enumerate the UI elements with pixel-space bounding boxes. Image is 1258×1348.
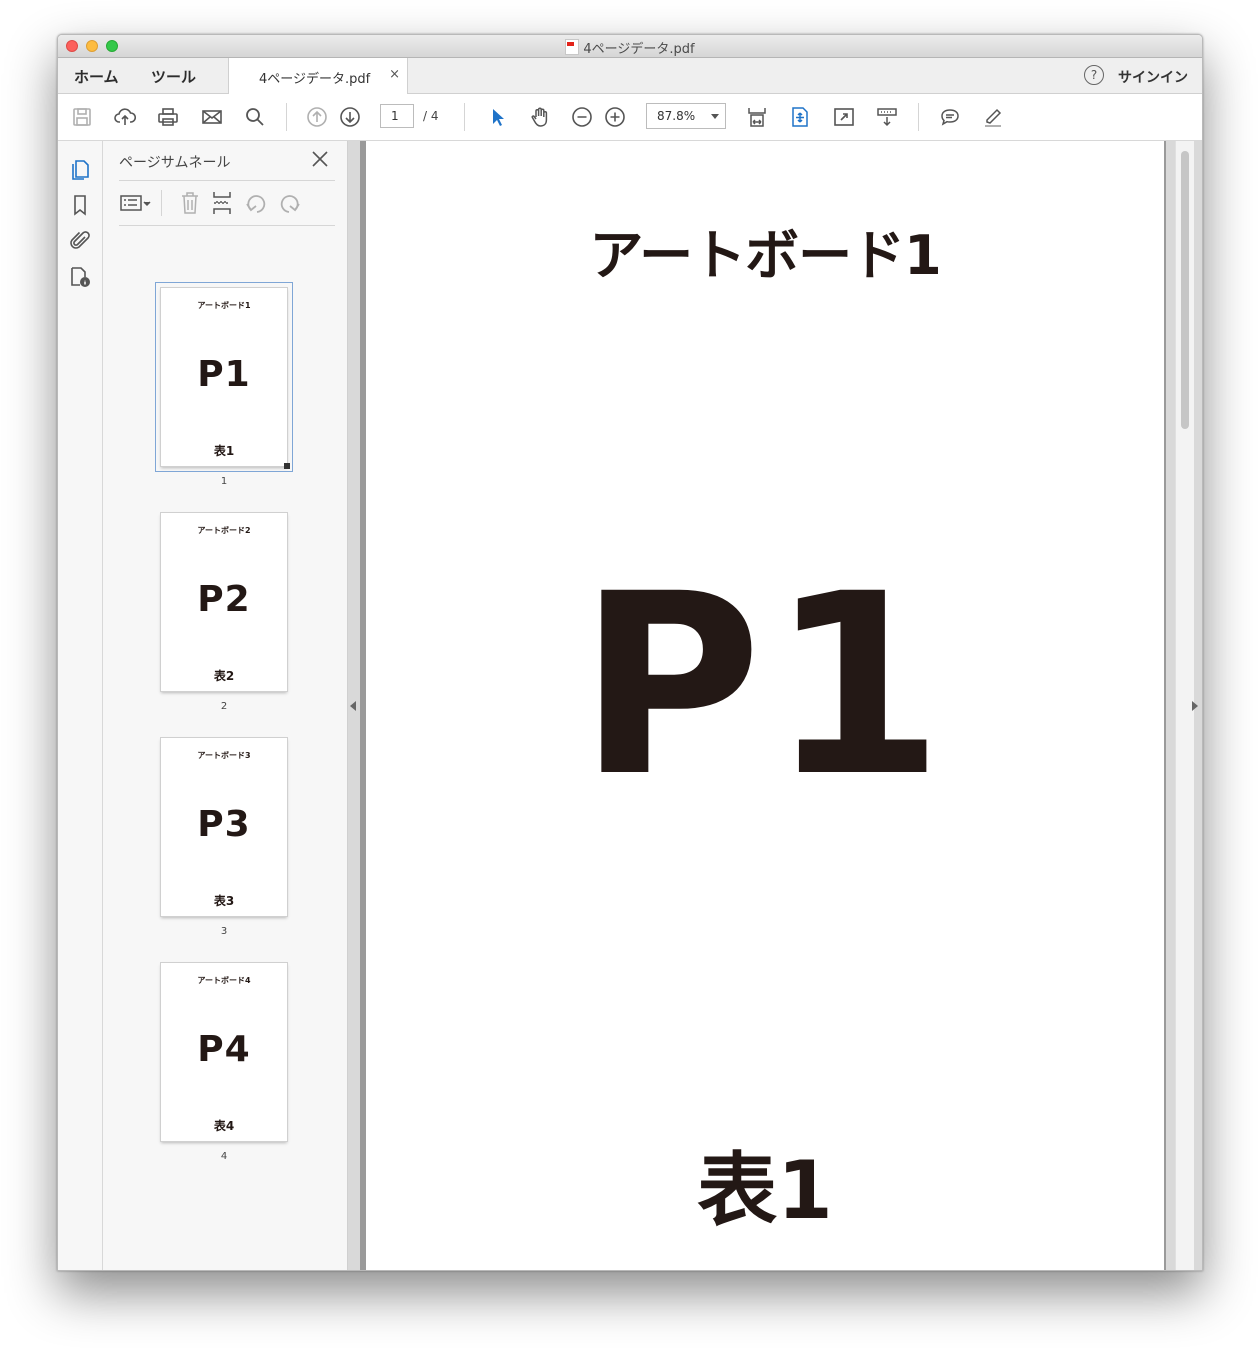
page-thumbnail[interactable]: アートボード1 P1 表1 [155, 282, 293, 472]
comment-icon[interactable] [938, 105, 962, 129]
title-bar: 4ページデータ.pdf [58, 35, 1202, 58]
full-screen-icon[interactable] [832, 105, 856, 129]
panel-divider [119, 180, 335, 181]
document-tab-label: 4ページデータ.pdf [259, 72, 371, 87]
toolbar-separator [918, 103, 919, 131]
bookmark-icon[interactable] [68, 193, 92, 217]
page-thumbnails-icon[interactable] [68, 157, 92, 181]
thumbnail-heading: アートボード1 [197, 301, 251, 310]
close-tab-icon[interactable]: × [389, 67, 400, 82]
previous-page-icon[interactable] [305, 105, 329, 129]
acrobat-window: 4ページデータ.pdf ホーム ツール 4ページデータ.pdf × ? サインイ… [57, 34, 1203, 1271]
tab-bar: ホーム ツール 4ページデータ.pdf × ? サインイン [58, 58, 1202, 94]
main-toolbar: 1 / 4 87.8% [58, 94, 1202, 141]
window-title-text: 4ページデータ.pdf [583, 42, 695, 57]
thumbnail-resize-handle[interactable] [284, 463, 290, 469]
thumbnail-heading: アートボード3 [197, 751, 251, 760]
thumbnail-heading: アートボード2 [197, 526, 251, 535]
signin-button[interactable]: サインイン [1118, 67, 1188, 87]
pdf-page: アートボード1 P1 表1 [366, 141, 1164, 1270]
fit-page-icon[interactable] [788, 105, 812, 129]
rotate-right-icon[interactable] [277, 190, 303, 216]
page-number-input[interactable]: 1 [380, 104, 414, 128]
page-thumbnail[interactable]: アートボード4 P4 表4 [161, 963, 287, 1141]
search-icon[interactable] [243, 105, 267, 129]
page-frame: アートボード1 P1 表1 [360, 141, 1166, 1270]
window-title: 4ページデータ.pdf [58, 38, 1202, 57]
collapse-panel-arrow-icon[interactable] [350, 701, 356, 711]
left-navigation-rail [58, 141, 103, 1270]
email-icon[interactable] [200, 105, 224, 129]
chevron-down-icon [711, 114, 719, 119]
panel-toolbar-separator [161, 190, 162, 216]
document-view: アートボード1 P1 表1 [348, 141, 1202, 1270]
pdf-file-icon [565, 39, 580, 55]
fit-width-icon[interactable] [745, 105, 769, 129]
save-icon[interactable] [70, 105, 94, 129]
print-icon[interactable] [156, 105, 180, 129]
rotate-left-icon[interactable] [243, 190, 269, 216]
zoom-in-icon[interactable] [603, 105, 627, 129]
page-footer: 表1 [697, 1144, 833, 1237]
hand-tool-icon[interactable] [528, 105, 552, 129]
thumbnail-page-label: P1 [197, 354, 251, 395]
thumbnail-footer: 表1 [213, 444, 235, 458]
cloud-upload-icon[interactable] [113, 105, 137, 129]
help-icon[interactable]: ? [1084, 65, 1104, 85]
zoom-out-icon[interactable] [570, 105, 594, 129]
panel-title: ページサムネール [119, 155, 231, 171]
thumbnail-heading: アートボード4 [197, 976, 251, 985]
insert-page-icon[interactable] [209, 190, 235, 216]
delete-page-icon[interactable] [177, 190, 203, 216]
thumbnail-options-icon[interactable] [119, 190, 153, 216]
tab-document[interactable]: 4ページデータ.pdf × [228, 58, 408, 94]
thumbnail-page-label: P4 [197, 1029, 251, 1070]
tab-tools[interactable]: ツール [151, 66, 196, 87]
toolbar-separator [286, 103, 287, 131]
thumbnail-number: 2 [220, 701, 228, 712]
thumbnail-number: 3 [220, 926, 228, 937]
thumbnail-number: 4 [220, 1151, 228, 1162]
document-info-icon[interactable] [68, 265, 92, 289]
attachment-icon[interactable] [68, 229, 92, 253]
select-tool-icon[interactable] [485, 105, 509, 129]
thumbnail-footer: 表2 [213, 669, 235, 683]
scrollbar-thumb[interactable] [1181, 151, 1189, 429]
highlight-pen-icon[interactable] [981, 105, 1005, 129]
scroll-mode-icon[interactable] [875, 105, 899, 129]
close-panel-icon[interactable] [311, 150, 329, 168]
expand-right-pane-arrow-icon[interactable] [1192, 701, 1198, 711]
page-thumbnail[interactable]: アートボード3 P3 表3 [161, 738, 287, 916]
thumbnail-page-label: P2 [197, 579, 251, 620]
zoom-select[interactable]: 87.8% [646, 103, 726, 129]
thumbnail-number: 1 [220, 476, 228, 487]
thumbnail-footer: 表3 [213, 894, 235, 908]
zoom-value: 87.8% [657, 109, 696, 123]
tab-home[interactable]: ホーム [74, 66, 119, 87]
page-thumbnail[interactable]: アートボード2 P2 表2 [161, 513, 287, 691]
toolbar-separator [464, 103, 465, 131]
next-page-icon[interactable] [338, 105, 362, 129]
page-heading: アートボード1 [589, 224, 941, 287]
thumbnail-footer: 表4 [213, 1119, 235, 1133]
page-total: / 4 [423, 109, 439, 123]
thumbnail-page-label: P3 [197, 804, 251, 845]
page-main-label: P1 [578, 540, 952, 831]
page-thumbnails-panel: ページサムネール アートボード1 P1 表1 1 アートボード2 P2 表2 2… [103, 141, 348, 1270]
panel-divider [119, 225, 335, 226]
